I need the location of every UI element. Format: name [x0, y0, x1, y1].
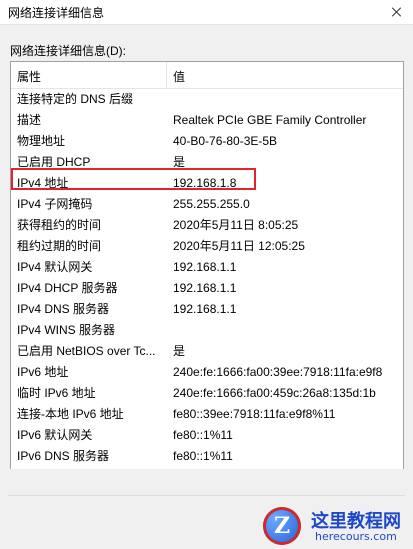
row-value: 2020年5月11日 12:05:25: [173, 239, 305, 253]
row-property: 租约过期的时间: [17, 239, 102, 253]
row-value: 是: [173, 344, 186, 358]
row-value: fe80::1%11: [173, 428, 233, 442]
table-row[interactable]: IPv4 默认网关 192.168.1.1: [11, 257, 403, 278]
row-value: 40-B0-76-80-3E-5B: [173, 134, 278, 148]
table-row[interactable]: 已启用 NetBIOS over Tc... 是: [11, 341, 403, 362]
table-row[interactable]: 临时 IPv6 地址 240e:fe:1666:fa00:459c:26a8:13…: [11, 383, 403, 404]
window-title: 网络连接详细信息: [8, 6, 105, 20]
row-value: fe80::1%11: [173, 449, 233, 463]
column-divider[interactable]: [166, 62, 167, 88]
divider: [8, 495, 405, 496]
watermark-logo-icon: Z: [263, 507, 301, 545]
row-value: Realtek PCIe GBE Family Controller: [173, 113, 367, 127]
row-property: IPv4 子网掩码: [17, 197, 93, 211]
row-value: 192.168.1.1: [173, 281, 237, 295]
row-property: IPv4 默认网关: [17, 260, 93, 274]
row-property: 获得租约的时间: [17, 218, 102, 232]
table-row[interactable]: IPv4 DHCP 服务器 192.168.1.1: [11, 278, 403, 299]
table-row[interactable]: 连接-本地 IPv6 地址 fe80::39ee:7918:11fa:e9f8%1…: [11, 404, 403, 425]
list-rows: 连接特定的 DNS 后缀 描述 Realtek PCIe GBE Family Co…: [11, 89, 403, 467]
row-value: 192.168.1.1: [173, 302, 237, 316]
row-property: IPv4 WINS 服务器: [17, 323, 116, 337]
row-value: 240e:fe:1666:fa00:39ee:7918:11fa:e9f8: [173, 365, 383, 379]
table-row[interactable]: IPv4 DNS 服务器 192.168.1.1: [11, 299, 403, 320]
row-property: IPv4 DNS 服务器: [17, 302, 110, 316]
row-property: 已启用 NetBIOS over Tc...: [17, 344, 156, 358]
details-list[interactable]: 属性 值 连接特定的 DNS 后缀 描述 Realtek PCIe GBE Fami…: [10, 61, 404, 470]
table-row[interactable]: IPv4 子网掩码 255.255.255.0: [11, 194, 403, 215]
close-icon[interactable]: [379, 0, 413, 24]
row-value: fe80::39ee:7918:11fa:e9f8%11: [173, 407, 336, 421]
column-header-property[interactable]: 属性: [17, 68, 41, 85]
row-property: 连接特定的 DNS 后缀: [17, 92, 134, 106]
table-row[interactable]: IPv6 DNS 服务器 fe80::1%11: [11, 446, 403, 467]
table-row[interactable]: 租约过期的时间 2020年5月11日 12:05:25: [11, 236, 403, 257]
table-row[interactable]: 连接特定的 DNS 后缀: [11, 89, 403, 110]
row-value: 255.255.255.0: [173, 197, 250, 211]
row-value: 240e:fe:1666:fa00:459c:26a8:135d:1b: [173, 386, 376, 400]
row-property: 物理地址: [17, 134, 66, 148]
row-property: IPv6 DNS 服务器: [17, 449, 110, 463]
row-property: IPv6 默认网关: [17, 428, 93, 442]
list-header: 属性 值: [11, 62, 403, 89]
watermark: Z 这里教程网 herecours.com: [263, 507, 413, 549]
watermark-url: herecours.com: [315, 530, 397, 543]
table-row[interactable]: 物理地址 40-B0-76-80-3E-5B: [11, 131, 403, 152]
section-label: 网络连接详细信息(D):: [10, 44, 126, 58]
row-property: 临时 IPv6 地址: [17, 386, 96, 400]
title-bar: 网络连接详细信息: [0, 0, 413, 25]
row-property: 描述: [17, 113, 42, 127]
ipv4-highlight-box: [11, 168, 256, 190]
column-header-value[interactable]: 值: [173, 68, 185, 85]
row-property: IPv6 地址: [17, 365, 69, 379]
horizontal-scrollbar[interactable]: [10, 469, 404, 486]
table-row[interactable]: 描述 Realtek PCIe GBE Family Controller: [11, 110, 403, 131]
row-property: 连接-本地 IPv6 地址: [17, 407, 124, 421]
row-value: 2020年5月11日 8:05:25: [173, 218, 299, 232]
table-row[interactable]: IPv6 地址 240e:fe:1666:fa00:39ee:7918:11fa:…: [11, 362, 403, 383]
row-property: IPv4 DHCP 服务器: [17, 281, 118, 295]
row-value: 192.168.1.1: [173, 260, 237, 274]
table-row[interactable]: IPv4 WINS 服务器: [11, 320, 403, 341]
table-row[interactable]: 获得租约的时间 2020年5月11日 8:05:25: [11, 215, 403, 236]
table-row[interactable]: IPv6 默认网关 fe80::1%11: [11, 425, 403, 446]
